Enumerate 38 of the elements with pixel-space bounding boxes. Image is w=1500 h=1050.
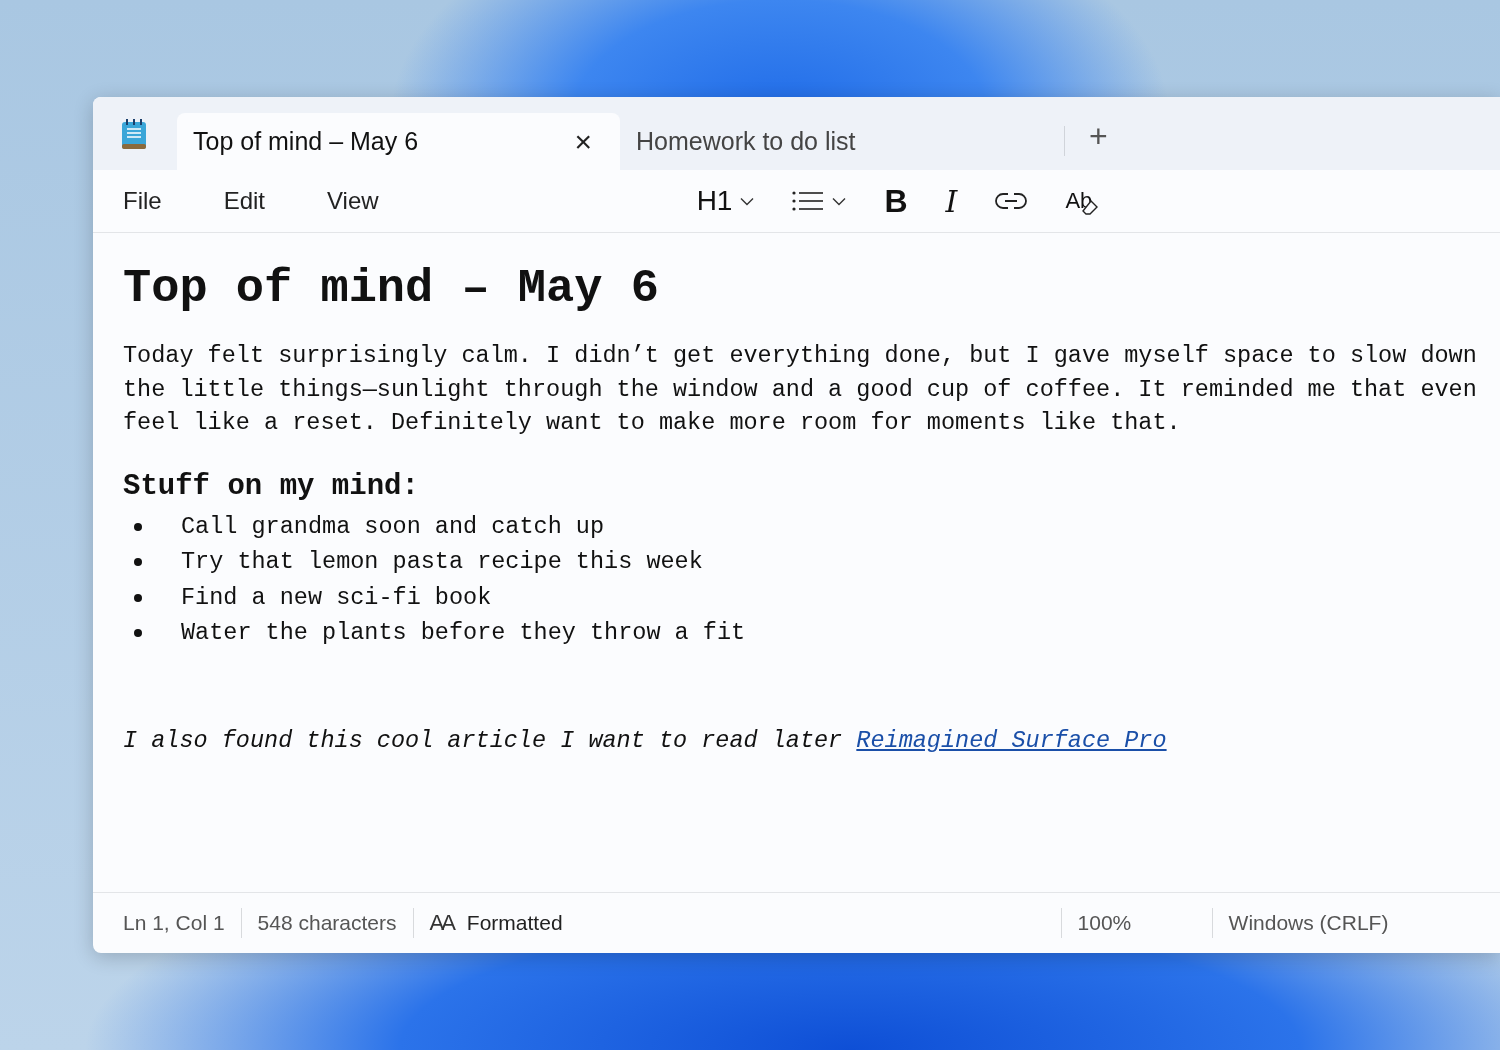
- paragraph-line: the little things—sunlight through the window and a good cup of coffee. It reminded me that even: [123, 374, 1478, 405]
- subheading: Stuff on my mind:: [123, 469, 420, 503]
- format-mode[interactable]: Formatted: [466, 911, 563, 935]
- note-sentence: I also found this cool article I want to read later Reimagined Surface Pro: [123, 726, 1168, 754]
- tab-title: Homework to do list: [636, 126, 856, 156]
- menu-item[interactable]: File: [109, 187, 176, 215]
- paragraph-line: Today felt surprisingly calm. I didn’t get everything done, but I gave myself space to slow down: [123, 341, 1478, 372]
- bullet-icon: [134, 522, 142, 531]
- list-item-text: Call grandma soon and catch up: [181, 511, 605, 542]
- notepad-app-icon: [121, 117, 147, 150]
- bulleted-list-icon: [792, 191, 825, 211]
- paragraph-line: feel like a reset. Definitely want to make more room for moments like that.: [123, 408, 1182, 439]
- close-tab-button[interactable]: ×: [562, 124, 604, 159]
- list-item-text: Find a new sci-fi book: [181, 582, 492, 613]
- tab[interactable]: Homework to do list: [620, 126, 1065, 156]
- tab[interactable]: Top of mind – May 6 ×: [177, 113, 620, 170]
- bullet-icon: [134, 558, 142, 567]
- heading-dropdown[interactable]: H1: [688, 181, 763, 221]
- tab-title: Top of mind – May 6: [193, 127, 419, 156]
- chevron-down-icon: [832, 196, 847, 206]
- font-size-icon: AA: [429, 910, 453, 936]
- line-ending[interactable]: Windows (CRLF): [1211, 908, 1389, 938]
- italic-button[interactable]: I: [937, 179, 966, 223]
- list-item-text: Try that lemon pasta recipe this week: [181, 547, 703, 578]
- bullet-icon: [134, 593, 142, 602]
- cursor-position: Ln 1, Col 1: [123, 908, 242, 938]
- document-title: Top of mind – May 6: [123, 261, 660, 317]
- zoom-level[interactable]: 100%: [1060, 908, 1212, 938]
- menu-item[interactable]: Edit: [209, 187, 280, 215]
- link-icon: [995, 191, 1028, 211]
- menu-item[interactable]: View: [313, 187, 393, 215]
- article-link[interactable]: Reimagined Surface Pro: [856, 726, 1167, 754]
- bold-button[interactable]: B: [876, 178, 916, 224]
- bullet-icon: [134, 629, 142, 638]
- chevron-down-icon: [740, 196, 755, 206]
- new-tab-button[interactable]: +: [1083, 117, 1114, 156]
- list-item-text: Water the plants before they throw a fit: [181, 618, 746, 649]
- character-count: 548 characters: [257, 908, 414, 938]
